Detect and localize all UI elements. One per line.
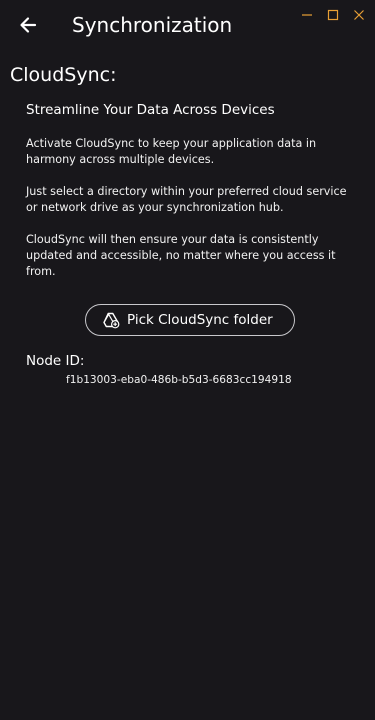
close-button[interactable] [349, 6, 369, 24]
description-paragraph-3: CloudSync will then ensure your data is … [26, 233, 336, 278]
pick-cloudsync-folder-button[interactable]: Pick CloudSync folder [85, 304, 295, 336]
close-icon [354, 10, 364, 20]
minimize-button[interactable] [297, 6, 317, 24]
maximize-button[interactable] [323, 6, 343, 24]
section-title: CloudSync: [10, 64, 117, 86]
description-paragraph-1: Activate CloudSync to keep your applicat… [26, 137, 317, 166]
description-paragraph-2: Just select a directory within your pref… [26, 185, 347, 214]
maximize-icon [327, 9, 339, 21]
arrow-left-icon [20, 17, 37, 33]
title-bar: Synchronization [0, 0, 375, 50]
window-controls [297, 6, 369, 24]
pick-button-label: Pick CloudSync folder [127, 312, 273, 328]
page-title: Synchronization [72, 13, 233, 37]
google-drive-add-icon [101, 310, 121, 330]
node-id-value: f1b13003-eba0-486b-b5d3-6683cc194918 [66, 374, 292, 386]
section-subtitle: Streamline Your Data Across Devices [26, 102, 275, 118]
back-button[interactable] [16, 13, 40, 37]
minimize-icon [302, 14, 312, 16]
node-id-label: Node ID: [26, 353, 85, 369]
